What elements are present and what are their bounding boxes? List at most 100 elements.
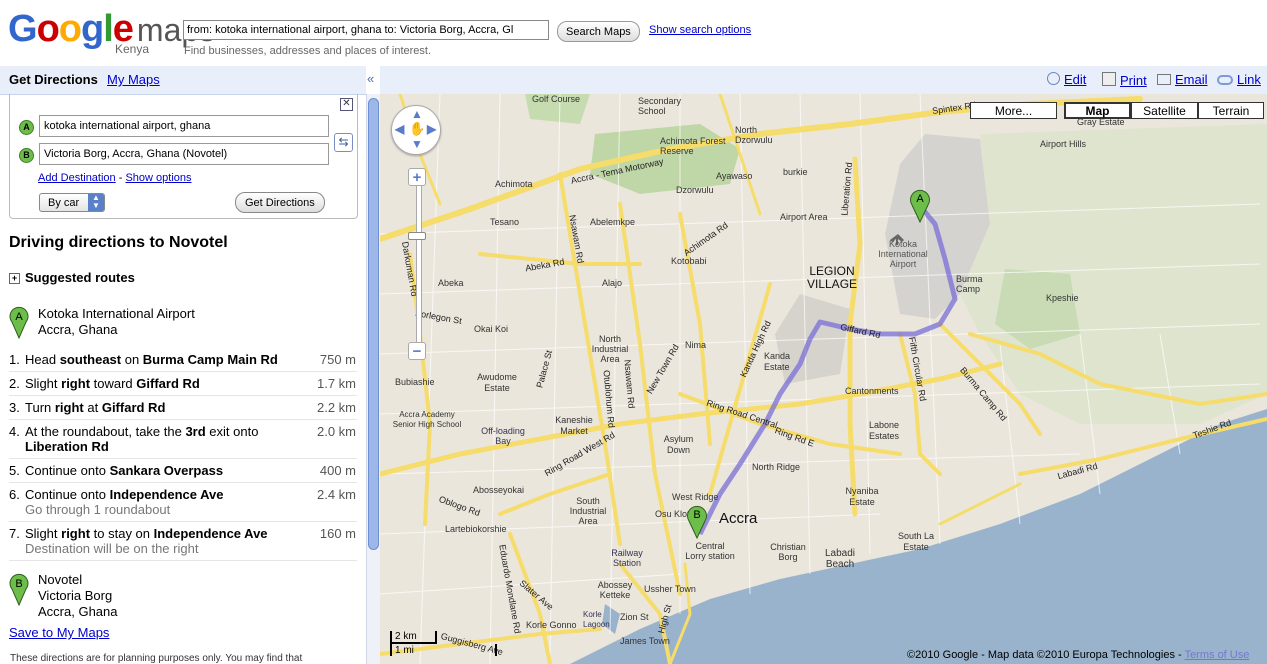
label-kpeshie: Kpeshie [1046, 293, 1079, 303]
direction-step[interactable]: 1. Head southeast on Burma Camp Main Rd 75… [9, 348, 357, 372]
swap-icon[interactable]: ⇆ [334, 133, 353, 152]
disclaimer: These directions are for planning purpos… [10, 653, 303, 664]
svg-text:A: A [15, 311, 23, 323]
email-icon [1157, 74, 1171, 85]
hand-icon: ✋ [409, 121, 426, 136]
close-icon[interactable]: ✕ [340, 98, 353, 111]
to-input[interactable] [39, 143, 329, 165]
end-pin-icon: B [9, 573, 29, 606]
link-link[interactable]: Link [1217, 72, 1261, 87]
step-text: 5. Continue onto Sankara Overpass [9, 463, 357, 478]
directions-links: Add Destination - Show options [38, 172, 192, 184]
label-airport-area: Airport Area [780, 212, 828, 222]
end-address-line2: Victoria Borg [38, 588, 113, 603]
add-destination-link[interactable]: Add Destination [38, 172, 116, 184]
zoom-out-icon[interactable]: − [408, 342, 426, 360]
map-copyright: ©2010 Google - Map data ©2010 Europa Tec… [907, 649, 1249, 661]
marker-b-icon: B [19, 148, 34, 163]
scrollbar-thumb[interactable] [368, 98, 379, 550]
label-accra-academy: Accra Academy Senior High School [392, 410, 462, 429]
direction-step[interactable]: 4. At the roundabout, take the 3rd exit o… [9, 420, 357, 459]
save-to-my-maps-link[interactable]: Save to My Maps [9, 625, 109, 640]
search-maps-button[interactable]: Search Maps [557, 21, 640, 42]
svg-text:A: A [916, 193, 924, 205]
direction-step[interactable]: 7. Slight right to stay on Independence A… [9, 522, 357, 561]
show-options-link[interactable]: Show options [125, 172, 191, 184]
step-number: 4. [9, 424, 20, 439]
step-number: 6. [9, 487, 20, 502]
label-dzorwulu: Dzorwulu [676, 185, 714, 195]
step-text: 7. Slight right to stay on Independence A… [9, 526, 357, 541]
pan-left-icon[interactable]: ◀ [395, 122, 404, 136]
pan-right-icon[interactable]: ▶ [427, 122, 436, 136]
travel-mode-select[interactable]: By car ▲ ▼ [39, 193, 105, 212]
terms-of-use-link[interactable]: Terms of Use [1185, 649, 1250, 661]
step-instruction: Turn right at Giffard Rd [25, 400, 166, 415]
map-type-map-button[interactable]: Map [1064, 102, 1131, 119]
pan-up-icon[interactable]: ▲ [411, 107, 423, 121]
panel-scrollbar[interactable] [366, 94, 381, 664]
map-marker-a-icon[interactable]: A [909, 187, 931, 223]
direction-step[interactable]: 5. Continue onto Sankara Overpass 400 m [9, 459, 357, 483]
from-input[interactable] [39, 115, 329, 137]
label-christian-borg: Christian Borg [770, 542, 806, 562]
end-address-line3: Accra, Ghana [38, 604, 118, 619]
label-asylum-down: Asylum Down [663, 434, 694, 455]
label-kaneshie-market: Kaneshie Market [555, 415, 593, 436]
tab-get-directions[interactable]: Get Directions [9, 72, 98, 87]
label-bubiashie: Bubiashie [395, 377, 435, 387]
label-railway-station: Railway Station [611, 548, 643, 568]
direction-step[interactable]: 6. Continue onto Independence Ave 2.4 km Go… [9, 483, 357, 522]
label-achimota: Achimota [495, 179, 533, 189]
email-link[interactable]: Email [1157, 72, 1208, 87]
header: Googlemaps Kenya Search Maps Show search… [0, 0, 1267, 66]
suggested-routes-label: Suggested routes [25, 270, 135, 285]
svg-text:B: B [15, 578, 22, 590]
step-instruction: Slight right to stay on Independence Ave [25, 526, 268, 541]
print-icon [1102, 72, 1116, 86]
label-burma-camp: Burma Camp [956, 274, 983, 294]
label-james-town: James Town [620, 636, 670, 646]
step-distance: 2.2 km [316, 400, 356, 415]
label-nyaniba: Nyaniba Estate [845, 486, 879, 507]
collapse-panel-icon[interactable]: « [367, 71, 374, 86]
suggested-routes-toggle[interactable]: + Suggested routes [9, 270, 135, 285]
select-arrows-icon: ▲ ▼ [88, 194, 104, 211]
show-search-options-link[interactable]: Show search options [649, 24, 751, 36]
edit-link[interactable]: Edit [1047, 72, 1086, 87]
step-note: Destination will be on the right [25, 541, 199, 556]
pan-control[interactable]: ▲ ◀ ▶ ▼ ✋ [391, 105, 441, 155]
map-canvas[interactable]: Golf Course Secondary School Achimota Fo… [380, 94, 1267, 664]
link-separator: - [118, 172, 123, 184]
steps-list: 1. Head southeast on Burma Camp Main Rd 75… [9, 348, 357, 561]
email-label: Email [1175, 72, 1208, 87]
expand-icon: + [9, 273, 20, 284]
label-accra: Accra [719, 510, 758, 527]
label-okai-koi: Okai Koi [474, 324, 509, 334]
label-golf-course: Golf Course [532, 94, 581, 104]
get-directions-button[interactable]: Get Directions [235, 192, 325, 213]
zoom-in-icon[interactable]: + [408, 168, 426, 186]
label-burkie: burkie [783, 167, 808, 177]
map-marker-b-icon[interactable]: B [686, 503, 708, 539]
pan-down-icon[interactable]: ▼ [411, 137, 423, 151]
label-central-lorry: Central Lorry station [685, 541, 735, 561]
step-text: 3. Turn right at Giffard Rd [9, 400, 357, 415]
more-button[interactable]: More... [970, 102, 1057, 119]
label-korle-gonno: Korle Gonno [526, 620, 577, 630]
step-number: 3. [9, 400, 20, 415]
direction-step[interactable]: 3. Turn right at Giffard Rd 2.2 km [9, 396, 357, 420]
direction-step[interactable]: 2. Slight right toward Giffard Rd 1.7 km [9, 372, 357, 396]
edit-label: Edit [1064, 72, 1087, 87]
scale-mi: 1 mi [390, 644, 497, 656]
search-input[interactable] [183, 20, 549, 40]
zoom-slider-knob[interactable] [408, 232, 426, 240]
print-link[interactable]: Print [1102, 72, 1147, 88]
map-type-terrain-button[interactable]: Terrain [1198, 102, 1264, 119]
marker-a-icon: A [19, 120, 34, 135]
zoom-slider-track[interactable] [416, 177, 422, 359]
map-type-satellite-button[interactable]: Satellite [1131, 102, 1198, 119]
step-text: 6. Continue onto Independence Ave [9, 487, 357, 502]
label-secondary-school: Secondary School [638, 96, 682, 116]
tab-my-maps[interactable]: My Maps [107, 72, 160, 87]
